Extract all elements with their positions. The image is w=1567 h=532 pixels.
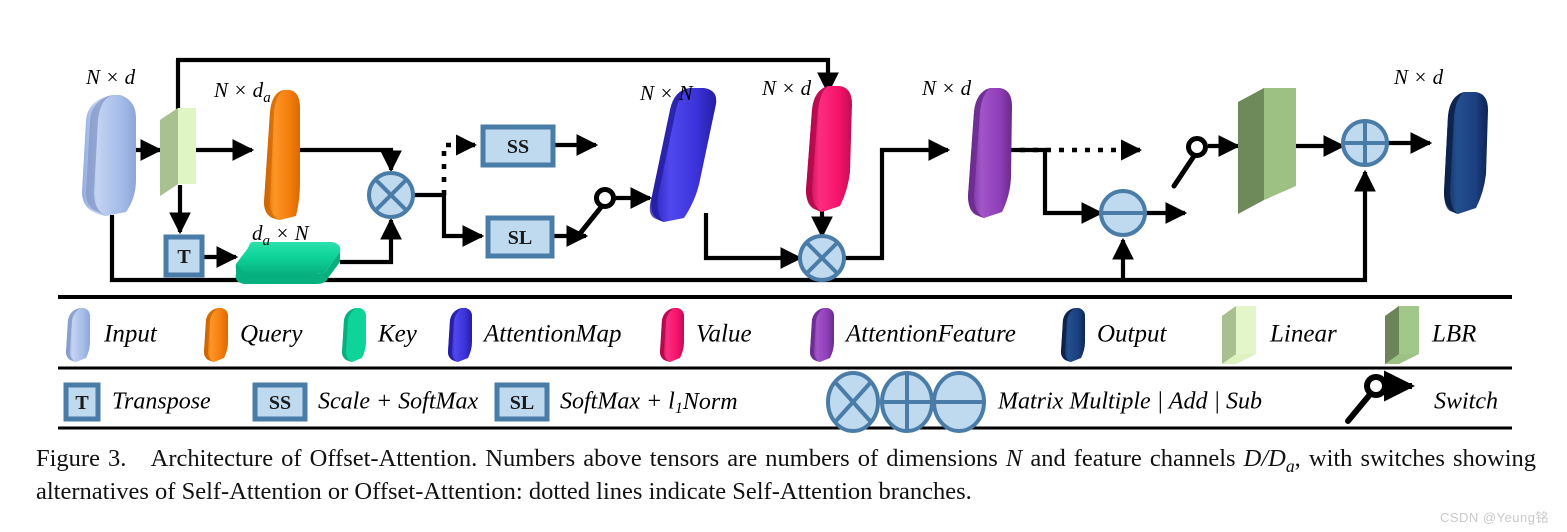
input-dim-label: N × d	[85, 65, 136, 89]
key-dim-label: da × N	[252, 221, 310, 249]
legend-value-label: Value	[696, 321, 752, 348]
legend-input: Input	[66, 308, 158, 362]
line-mul-to-branch	[413, 192, 485, 247]
legend-input-label: Input	[103, 321, 158, 348]
watermark: CSDN @Yeung铭	[1439, 510, 1549, 525]
ss-box[interactable]: SS	[480, 124, 556, 168]
output-tensor	[1444, 92, 1488, 214]
legend-attentionfeature: AttentionFeature	[810, 308, 1016, 362]
legend-attentionmap: AttentionMap	[448, 308, 621, 362]
line-mul2-to-attnfeature	[844, 139, 951, 261]
legend-ops-symbols	[826, 371, 986, 433]
caption-DDa-sub: a	[1285, 455, 1295, 476]
value-tensor	[806, 86, 852, 212]
legend-sl-box-label: SL	[510, 392, 534, 414]
legend-ops-label: Matrix Multiple | Add | Sub	[997, 389, 1262, 415]
legend-sl-label: SoftMax + l1Norm	[560, 389, 738, 417]
legend-key: Key	[342, 308, 418, 362]
query-tensor	[264, 90, 300, 220]
legend-switch-symbol	[1345, 370, 1416, 424]
input-tensor	[82, 95, 136, 216]
legend-transpose-box-label: T	[75, 392, 89, 414]
line-key-to-mul	[340, 217, 402, 265]
add-operator	[1341, 119, 1389, 167]
legend-query-label: Query	[240, 321, 303, 348]
legend-lbr-label: LBR	[1431, 321, 1476, 348]
legend-attentionfeature-label: AttentionFeature	[844, 321, 1016, 348]
legend-value: Value	[660, 308, 752, 362]
legend-sl: SL SoftMax + l1Norm	[494, 382, 738, 422]
attentionfeature-tensor	[968, 88, 1012, 218]
legend-output: Output	[1061, 308, 1168, 362]
line-attnfeature-to-sub	[1011, 147, 1104, 224]
figure-root: T SS SL N × d N × da da × N N × N N × d …	[0, 0, 1567, 532]
linear-block	[160, 108, 196, 196]
query-dim-label: N × da	[213, 78, 271, 106]
figure-number: Figure 3.	[36, 445, 127, 472]
output-dim-label: N × d	[1393, 65, 1444, 89]
dotted-branch-to-ss	[441, 134, 478, 195]
lbr-block	[1238, 88, 1296, 214]
legend-ss-label: Scale + SoftMax	[318, 389, 478, 415]
switch-attention-mode[interactable]	[575, 187, 616, 239]
legend-linear-label: Linear	[1269, 321, 1337, 348]
attentionmap-tensor	[649, 88, 717, 222]
attentionfeature-dim-label: N × d	[921, 76, 972, 100]
caption-N: N	[1005, 445, 1023, 472]
legend-linear: Linear	[1222, 306, 1337, 364]
legend-attentionmap-label: AttentionMap	[482, 321, 621, 348]
legend-ss-box-label: SS	[269, 392, 291, 414]
legend-ss: SS Scale + SoftMax	[252, 382, 478, 422]
legend-transpose: T Transpose	[63, 382, 211, 422]
legend-output-label: Output	[1097, 321, 1168, 348]
caption-DDa: D/D	[1243, 445, 1286, 472]
value-dim-label: N × d	[761, 76, 812, 100]
caption-after: , with	[1294, 445, 1353, 472]
caption-mid: and feature channels	[1022, 445, 1244, 472]
transpose-box-label: T	[177, 246, 191, 268]
legend-query: Query	[204, 308, 303, 362]
transpose-box[interactable]: T	[163, 234, 205, 278]
sl-box-label: SL	[508, 227, 532, 249]
subtract-operator	[1099, 189, 1147, 237]
figure-caption: Figure 3. Architecture of Offset-Attenti…	[36, 444, 1536, 508]
switch-offset-mode[interactable]	[1171, 136, 1208, 189]
legend-key-label: Key	[377, 321, 418, 348]
line-query-to-mul	[300, 147, 402, 173]
key-tensor	[235, 242, 341, 284]
line-attnmap-to-mul2	[703, 213, 803, 269]
legend-lbr: LBR	[1385, 306, 1476, 364]
legend-transpose-label: Transpose	[112, 389, 211, 415]
skip-top-horizontal	[176, 57, 839, 95]
matmul-qk-operator	[367, 171, 415, 219]
legend-switch-label: Switch	[1434, 389, 1498, 415]
matmul-av-operator	[798, 234, 846, 282]
ss-box-label: SS	[507, 136, 529, 158]
sl-box[interactable]: SL	[485, 215, 555, 259]
caption-part1: Architecture of Offset-Attention. Number…	[150, 445, 1006, 472]
attentionmap-dim-label: N × N	[639, 81, 694, 105]
